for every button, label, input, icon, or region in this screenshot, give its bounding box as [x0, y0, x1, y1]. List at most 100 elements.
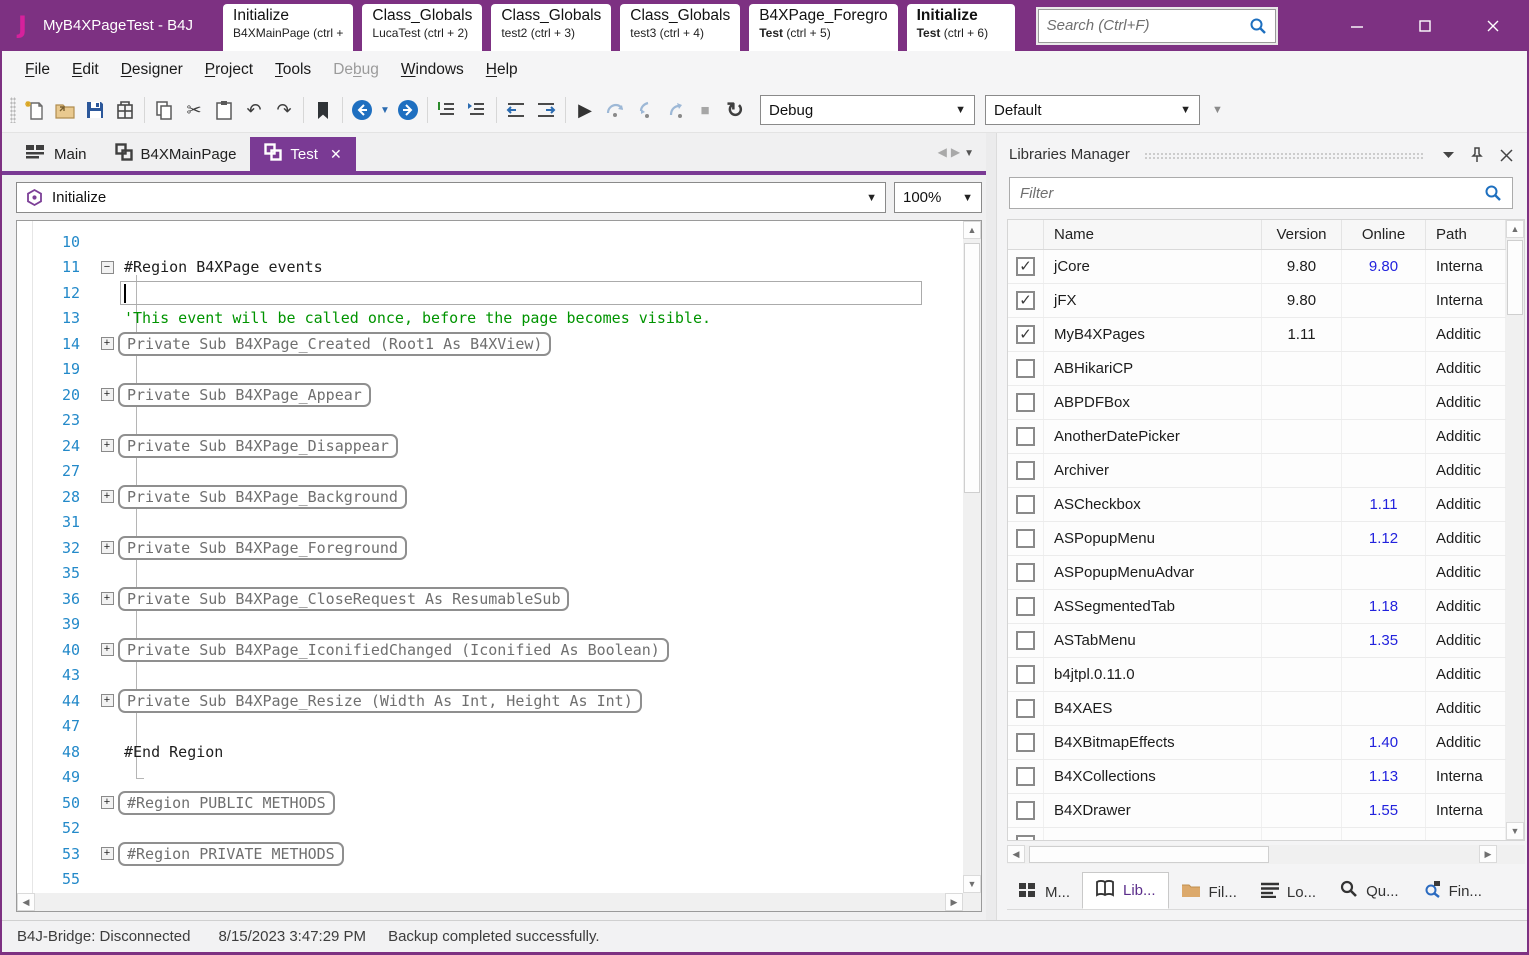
step-into-button[interactable] [630, 95, 660, 125]
checkbox-unchecked[interactable] [1016, 359, 1035, 378]
library-row[interactable]: ASTabMenu1.35Additic [1008, 624, 1506, 658]
step-out-button[interactable] [660, 95, 690, 125]
code-line[interactable]: 48#End Region [34, 739, 963, 765]
expand-fold-icon[interactable]: + [101, 643, 114, 656]
code-line[interactable]: 47 [34, 714, 963, 740]
editor-tab-main[interactable]: Main [12, 137, 101, 171]
panel-menu-icon[interactable] [1439, 151, 1458, 159]
undo-button[interactable]: ↶ [239, 95, 269, 125]
bookmark-button[interactable] [308, 95, 338, 125]
collapsed-code-box[interactable]: Private Sub B4XPage_CloseRequest As Resu… [118, 587, 569, 611]
toolbar-grip[interactable] [10, 97, 16, 123]
code-line[interactable]: 39 [34, 612, 963, 638]
paste-button[interactable] [209, 95, 239, 125]
scroll-down-icon[interactable]: ▼ [1506, 822, 1524, 840]
code-line[interactable]: 31 [34, 510, 963, 536]
library-row[interactable]: b4jtpl.0.11.0Additic [1008, 658, 1506, 692]
column-header-name[interactable]: Name [1044, 220, 1262, 249]
library-row[interactable]: ASCheckbox1.11Additic [1008, 488, 1506, 522]
expand-fold-icon[interactable]: + [101, 796, 114, 809]
toolbar-overflow-icon[interactable]: ▼ [1212, 104, 1223, 116]
build-configuration-select[interactable]: Debug ▼ [760, 95, 975, 125]
quick-tab[interactable]: InitializeB4XMainPage (ctrl + [223, 4, 353, 51]
collapsed-code-box[interactable]: Private Sub B4XPage_Background [118, 485, 407, 509]
stop-button[interactable]: ■ [690, 95, 720, 125]
collapsed-code-box[interactable]: Private Sub B4XPage_Foreground [118, 536, 407, 560]
collapsed-code-box[interactable]: Private Sub B4XPage_Disappear [118, 434, 398, 458]
panel-close-icon[interactable] [1496, 149, 1517, 162]
expand-fold-icon[interactable]: + [101, 694, 114, 707]
panel-tab-qu[interactable]: Qu... [1328, 873, 1411, 909]
library-filter-input[interactable]: Filter [1009, 177, 1513, 209]
pin-icon[interactable] [1466, 147, 1488, 163]
code-line[interactable]: 23 [34, 408, 963, 434]
code-line[interactable]: 53+#Region PRIVATE METHODS [34, 841, 963, 867]
library-row[interactable]: ArchiverAdditic [1008, 454, 1506, 488]
expand-fold-icon[interactable]: + [101, 439, 114, 452]
library-row[interactable]: ✓jCore9.809.80Interna [1008, 250, 1506, 284]
checkbox-unchecked[interactable] [1016, 495, 1035, 514]
menu-item-designer[interactable]: Designer [110, 55, 194, 85]
cut-button[interactable]: ✂ [179, 95, 209, 125]
menu-item-project[interactable]: Project [194, 55, 264, 85]
panel-splitter[interactable] [986, 133, 996, 920]
column-header-path[interactable]: Path [1426, 220, 1506, 249]
code-line[interactable]: 19 [34, 357, 963, 383]
checkbox-checked[interactable]: ✓ [1016, 257, 1035, 276]
library-row[interactable]: ASPopupMenuAdvarAdditic [1008, 556, 1506, 590]
breakpoint-margin[interactable] [17, 221, 33, 893]
code-line[interactable]: 20+Private Sub B4XPage_Appear [34, 382, 963, 408]
code-line[interactable]: 36+Private Sub B4XPage_CloseRequest As R… [34, 586, 963, 612]
column-header-version[interactable]: Version [1262, 220, 1342, 249]
collapsed-code-box[interactable]: Private Sub B4XPage_Appear [118, 383, 371, 407]
code-line[interactable]: 24+Private Sub B4XPage_Disappear [34, 433, 963, 459]
collapsed-code-box[interactable]: Private Sub B4XPage_Resize (Width As Int… [118, 689, 642, 713]
code-line[interactable]: 11−#Region B4XPage events [34, 255, 963, 281]
scroll-down-icon[interactable]: ▼ [963, 875, 981, 893]
panel-drag-texture[interactable] [1144, 152, 1425, 161]
redo-button[interactable]: ↷ [269, 95, 299, 125]
collapse-region-icon[interactable]: − [101, 261, 114, 274]
code-line[interactable]: 14+Private Sub B4XPage_Created (Root1 As… [34, 331, 963, 357]
library-row[interactable]: ABHikariCPAdditic [1008, 352, 1506, 386]
checkbox-unchecked[interactable] [1016, 801, 1035, 820]
library-row[interactable]: AnotherDatePickerAdditic [1008, 420, 1506, 454]
editor-tab-b4xmainpage[interactable]: B4XMainPage [101, 137, 251, 171]
close-button[interactable] [1459, 0, 1527, 51]
collapsed-code-box[interactable]: Private Sub B4XPage_IconifiedChanged (Ic… [118, 638, 669, 662]
menu-item-help[interactable]: Help [475, 55, 529, 85]
checkbox-unchecked[interactable] [1016, 597, 1035, 616]
checkbox-checked[interactable]: ✓ [1016, 291, 1035, 310]
quick-tab[interactable]: Class_Globalstest3 (ctrl + 4) [620, 4, 740, 51]
panel-tab-fil[interactable]: Fil... [1169, 875, 1249, 909]
maximize-button[interactable] [1391, 0, 1459, 51]
code-line[interactable]: 35 [34, 561, 963, 587]
sub-navigator-select[interactable]: Initialize ▼ [16, 182, 886, 213]
checkbox-unchecked[interactable] [1016, 733, 1035, 752]
code-line[interactable]: 27 [34, 459, 963, 485]
close-tab-icon[interactable]: ✕ [330, 146, 342, 163]
menu-item-tools[interactable]: Tools [264, 55, 322, 85]
quick-tab[interactable]: InitializeTest (ctrl + 6) [907, 4, 1015, 51]
search-icon[interactable] [1484, 184, 1502, 202]
open-project-button[interactable] [50, 95, 80, 125]
code-line[interactable]: 40+Private Sub B4XPage_IconifiedChanged … [34, 637, 963, 663]
checkbox-unchecked[interactable] [1016, 563, 1035, 582]
restart-button[interactable]: ↻ [720, 95, 750, 125]
checkbox-checked[interactable]: ✓ [1016, 325, 1035, 344]
code-line[interactable]: 50+#Region PUBLIC METHODS [34, 790, 963, 816]
expand-fold-icon[interactable]: + [101, 541, 114, 554]
code-line[interactable]: 43 [34, 663, 963, 689]
library-row[interactable]: ASSegmentedTab1.18Additic [1008, 590, 1506, 624]
library-row[interactable]: B4XDrawer1.55Interna [1008, 794, 1506, 828]
navigate-back-button[interactable] [347, 95, 377, 125]
table-vertical-scrollbar[interactable]: ▲ ▼ [1506, 220, 1524, 840]
editor-horizontal-scrollbar[interactable]: ◀ ▶ [17, 893, 963, 911]
save-button[interactable] [80, 95, 110, 125]
menu-item-file[interactable]: File [14, 55, 61, 85]
library-row[interactable]: B4XAESAdditic [1008, 692, 1506, 726]
checkbox-unchecked[interactable] [1016, 427, 1035, 446]
outdent-button[interactable] [501, 95, 531, 125]
library-row[interactable]: ABPDFBoxAdditic [1008, 386, 1506, 420]
navigate-forward-button[interactable] [393, 95, 423, 125]
